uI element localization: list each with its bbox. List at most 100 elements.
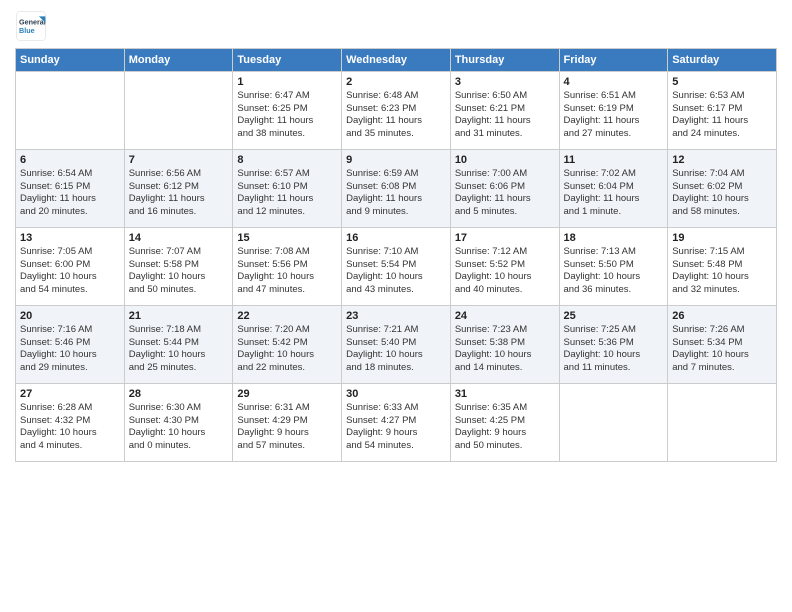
day-number: 25 [564, 309, 664, 324]
calendar-cell: 24Sunrise: 7:23 AMSunset: 5:38 PMDayligh… [450, 306, 559, 384]
day-info-text: Daylight: 10 hours [564, 271, 664, 284]
calendar-cell: 20Sunrise: 7:16 AMSunset: 5:46 PMDayligh… [16, 306, 125, 384]
day-info-text: and 36 minutes. [564, 284, 664, 297]
week-row-2: 6Sunrise: 6:54 AMSunset: 6:15 PMDaylight… [16, 150, 777, 228]
day-info-text: Daylight: 11 hours [672, 115, 772, 128]
day-info-text: Sunset: 6:12 PM [129, 181, 229, 194]
day-info-text: and 16 minutes. [129, 206, 229, 219]
calendar-cell: 8Sunrise: 6:57 AMSunset: 6:10 PMDaylight… [233, 150, 342, 228]
day-number: 1 [237, 75, 337, 90]
day-info-text: Sunset: 6:21 PM [455, 103, 555, 116]
day-info-text: Daylight: 11 hours [346, 115, 446, 128]
day-info-text: and 24 minutes. [672, 128, 772, 141]
day-info-text: Sunrise: 6:28 AM [20, 402, 120, 415]
day-info-text: and 9 minutes. [346, 206, 446, 219]
day-info-text: and 27 minutes. [564, 128, 664, 141]
day-info-text: and 43 minutes. [346, 284, 446, 297]
day-info-text: and 14 minutes. [455, 362, 555, 375]
day-info-text: Daylight: 10 hours [237, 349, 337, 362]
day-info-text: Sunrise: 7:08 AM [237, 246, 337, 259]
day-info-text: Daylight: 11 hours [455, 115, 555, 128]
day-info-text: Sunset: 5:56 PM [237, 259, 337, 272]
day-info-text: and 20 minutes. [20, 206, 120, 219]
calendar-cell: 1Sunrise: 6:47 AMSunset: 6:25 PMDaylight… [233, 72, 342, 150]
day-info-text: Daylight: 10 hours [346, 349, 446, 362]
day-number: 6 [20, 153, 120, 168]
day-info-text: Daylight: 10 hours [129, 427, 229, 440]
day-info-text: Sunrise: 7:07 AM [129, 246, 229, 259]
day-info-text: Sunrise: 6:30 AM [129, 402, 229, 415]
day-info-text: Sunset: 5:36 PM [564, 337, 664, 350]
day-number: 22 [237, 309, 337, 324]
calendar-cell: 12Sunrise: 7:04 AMSunset: 6:02 PMDayligh… [668, 150, 777, 228]
day-info-text: and 11 minutes. [564, 362, 664, 375]
week-row-4: 20Sunrise: 7:16 AMSunset: 5:46 PMDayligh… [16, 306, 777, 384]
week-row-5: 27Sunrise: 6:28 AMSunset: 4:32 PMDayligh… [16, 384, 777, 462]
calendar-cell: 15Sunrise: 7:08 AMSunset: 5:56 PMDayligh… [233, 228, 342, 306]
header-day-tuesday: Tuesday [233, 49, 342, 72]
calendar-body: 1Sunrise: 6:47 AMSunset: 6:25 PMDaylight… [16, 72, 777, 462]
day-info-text: Sunrise: 6:56 AM [129, 168, 229, 181]
day-number: 20 [20, 309, 120, 324]
day-info-text: and 54 minutes. [20, 284, 120, 297]
day-number: 17 [455, 231, 555, 246]
day-info-text: Sunset: 5:50 PM [564, 259, 664, 272]
day-info-text: Daylight: 9 hours [346, 427, 446, 440]
day-info-text: and 35 minutes. [346, 128, 446, 141]
day-info-text: Sunset: 5:34 PM [672, 337, 772, 350]
day-number: 28 [129, 387, 229, 402]
day-number: 19 [672, 231, 772, 246]
day-info-text: and 12 minutes. [237, 206, 337, 219]
calendar-cell: 25Sunrise: 7:25 AMSunset: 5:36 PMDayligh… [559, 306, 668, 384]
day-number: 13 [20, 231, 120, 246]
day-info-text: Sunrise: 7:13 AM [564, 246, 664, 259]
calendar-cell [668, 384, 777, 462]
header-day-saturday: Saturday [668, 49, 777, 72]
day-info-text: Daylight: 10 hours [455, 271, 555, 284]
calendar-cell: 26Sunrise: 7:26 AMSunset: 5:34 PMDayligh… [668, 306, 777, 384]
day-info-text: and 47 minutes. [237, 284, 337, 297]
day-info-text: Sunrise: 6:54 AM [20, 168, 120, 181]
day-info-text: Daylight: 11 hours [346, 193, 446, 206]
day-info-text: Sunrise: 7:12 AM [455, 246, 555, 259]
day-number: 8 [237, 153, 337, 168]
day-info-text: and 0 minutes. [129, 440, 229, 453]
calendar-cell: 28Sunrise: 6:30 AMSunset: 4:30 PMDayligh… [124, 384, 233, 462]
day-info-text: Sunrise: 7:21 AM [346, 324, 446, 337]
calendar-cell: 31Sunrise: 6:35 AMSunset: 4:25 PMDayligh… [450, 384, 559, 462]
day-info-text: and 54 minutes. [346, 440, 446, 453]
day-info-text: Sunset: 5:42 PM [237, 337, 337, 350]
day-number: 14 [129, 231, 229, 246]
day-info-text: Sunset: 4:27 PM [346, 415, 446, 428]
day-info-text: and 31 minutes. [455, 128, 555, 141]
day-info-text: Sunrise: 7:10 AM [346, 246, 446, 259]
calendar-cell: 19Sunrise: 7:15 AMSunset: 5:48 PMDayligh… [668, 228, 777, 306]
day-number: 23 [346, 309, 446, 324]
day-info-text: Sunset: 6:02 PM [672, 181, 772, 194]
day-info-text: Daylight: 10 hours [129, 271, 229, 284]
day-info-text: Daylight: 11 hours [20, 193, 120, 206]
day-info-text: and 29 minutes. [20, 362, 120, 375]
day-info-text: Sunrise: 6:47 AM [237, 90, 337, 103]
day-info-text: Daylight: 10 hours [237, 271, 337, 284]
logo-icon: General Blue [15, 10, 47, 42]
day-info-text: Sunrise: 7:00 AM [455, 168, 555, 181]
day-info-text: Daylight: 9 hours [237, 427, 337, 440]
calendar-cell: 11Sunrise: 7:02 AMSunset: 6:04 PMDayligh… [559, 150, 668, 228]
header-day-thursday: Thursday [450, 49, 559, 72]
calendar-cell: 23Sunrise: 7:21 AMSunset: 5:40 PMDayligh… [342, 306, 451, 384]
day-info-text: Sunrise: 6:48 AM [346, 90, 446, 103]
day-info-text: Daylight: 11 hours [455, 193, 555, 206]
day-info-text: and 50 minutes. [455, 440, 555, 453]
day-info-text: Sunset: 5:48 PM [672, 259, 772, 272]
day-info-text: Daylight: 11 hours [237, 193, 337, 206]
calendar-cell: 10Sunrise: 7:00 AMSunset: 6:06 PMDayligh… [450, 150, 559, 228]
day-info-text: Sunset: 6:08 PM [346, 181, 446, 194]
day-info-text: Daylight: 11 hours [237, 115, 337, 128]
day-info-text: Sunrise: 6:50 AM [455, 90, 555, 103]
day-number: 5 [672, 75, 772, 90]
day-number: 24 [455, 309, 555, 324]
day-info-text: Daylight: 10 hours [564, 349, 664, 362]
day-info-text: Sunset: 5:40 PM [346, 337, 446, 350]
calendar-cell: 27Sunrise: 6:28 AMSunset: 4:32 PMDayligh… [16, 384, 125, 462]
